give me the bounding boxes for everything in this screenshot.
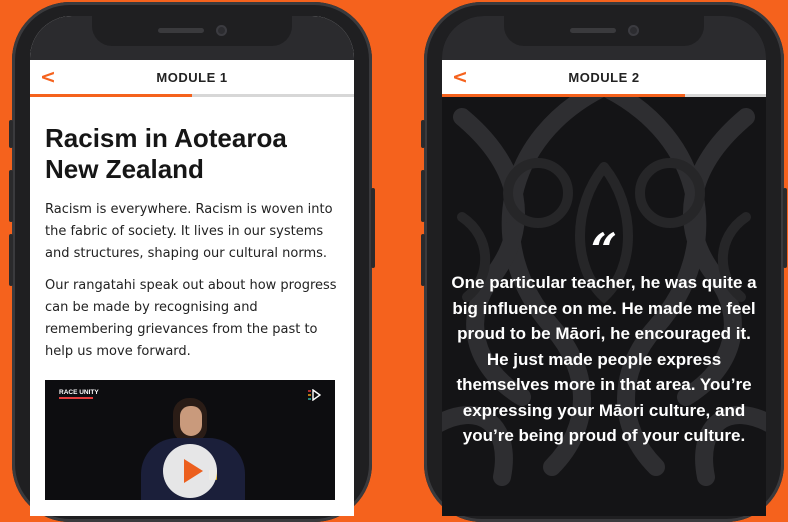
phone-power-button: [371, 188, 375, 268]
play-icon: [184, 459, 203, 483]
phone-volume-up-button: [421, 170, 425, 222]
brand-triangle-icon: [308, 389, 321, 401]
phone-side-button: [421, 120, 425, 148]
speaker-face: [180, 406, 202, 436]
video-player[interactable]: RACE UNITY: [45, 380, 335, 500]
module-progress-fill: [30, 94, 192, 97]
camera-icon: [216, 25, 227, 36]
chevron-left-icon[interactable]: <: [452, 66, 468, 88]
phone-frame-module-2: < MODULE 2 “ One particular teacher, he …: [421, 2, 787, 522]
play-button[interactable]: [163, 444, 217, 498]
race-unity-logo: RACE UNITY: [59, 389, 99, 399]
quote-mark-icon: “: [590, 223, 618, 277]
module-paragraph: Racism is everywhere. Racism is woven in…: [45, 202, 333, 261]
module-heading: Racism in Aotearoa New Zealand: [45, 123, 287, 184]
phone-notch: [504, 16, 704, 46]
module-paragraph: Our rangatahi speak out about how progre…: [45, 278, 337, 359]
camera-icon: [628, 25, 639, 36]
phone-volume-up-button: [9, 170, 13, 222]
speaker-icon: [158, 28, 204, 33]
phone-power-button: [783, 188, 787, 268]
nav-bar: < MODULE 2: [442, 60, 766, 94]
screen-module-1: < MODULE 1 Racism in Aotearoa New Zealan…: [30, 16, 354, 516]
chevron-left-icon[interactable]: <: [40, 66, 56, 88]
nav-bar: < MODULE 1: [30, 60, 354, 94]
logo-underline: [59, 397, 93, 399]
logo-text-line1: RACE UNITY: [59, 389, 99, 396]
phone-notch: [92, 16, 292, 46]
quote-block: “ One particular teacher, he was quite a…: [442, 223, 766, 449]
screen-module-2: < MODULE 2 “ One particular teacher, he …: [442, 16, 766, 516]
phone-volume-down-button: [421, 234, 425, 286]
phone-frame-module-1: < MODULE 1 Racism in Aotearoa New Zealan…: [9, 2, 375, 522]
page-title: MODULE 2: [568, 69, 640, 85]
phone-volume-down-button: [9, 234, 13, 286]
speaker-icon: [570, 28, 616, 33]
phone-side-button: [9, 120, 13, 148]
page-title: MODULE 1: [156, 69, 228, 85]
module-content: Racism in Aotearoa New Zealand Racism is…: [30, 97, 354, 500]
quote-text: One particular teacher, he was quite a b…: [451, 273, 757, 445]
module-progress-bar: [30, 94, 354, 97]
